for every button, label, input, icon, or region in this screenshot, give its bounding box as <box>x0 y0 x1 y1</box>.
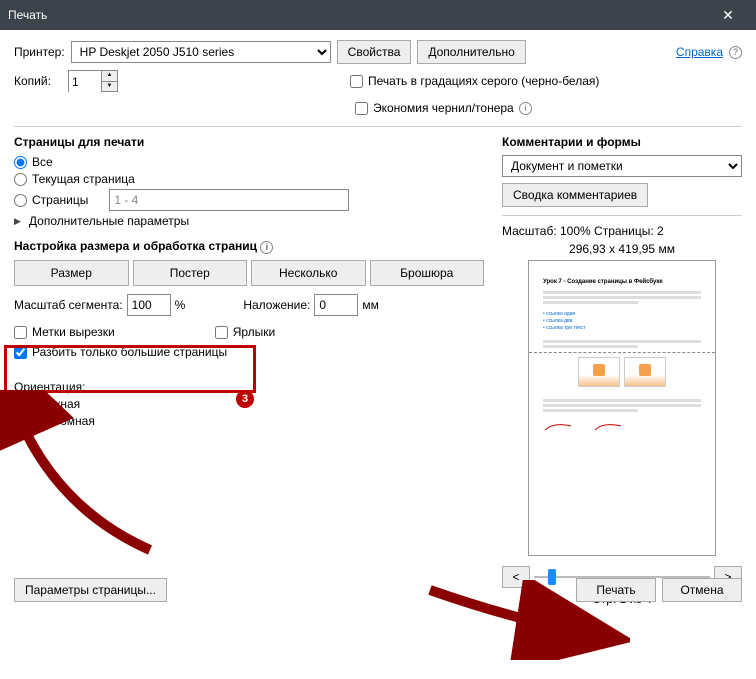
pages-section-title: Страницы для печати <box>14 135 484 149</box>
comments-section-title: Комментарии и формы <box>502 135 742 149</box>
scale-input[interactable] <box>127 294 171 316</box>
labels-label: Ярлыки <box>233 325 276 339</box>
titlebar: Печать ✕ <box>0 0 756 30</box>
pages-range-label: Страницы <box>32 193 88 207</box>
pages-range-input[interactable] <box>109 189 349 211</box>
grayscale-label: Печать в градациях серого (черно-белая) <box>368 74 599 88</box>
pages-range-radio[interactable] <box>14 194 27 207</box>
page-setup-button[interactable]: Параметры страницы... <box>14 578 167 602</box>
prev-page-button[interactable]: < <box>502 566 530 588</box>
overlap-input[interactable] <box>314 294 358 316</box>
help-link[interactable]: Справка <box>676 45 723 59</box>
cutmarks-label: Метки вырезки <box>32 325 115 339</box>
print-button[interactable]: Печать <box>576 578 656 602</box>
scale-info: Масштаб: 100% Страницы: 2 <box>502 224 742 238</box>
printer-select[interactable]: HP Deskjet 2050 J510 series <box>71 41 331 63</box>
close-button[interactable]: ✕ <box>708 0 748 30</box>
ink-save-checkbox[interactable] <box>355 102 368 115</box>
overlap-label: Наложение: <box>243 298 310 312</box>
poster-tab-button[interactable]: Постер <box>133 260 248 286</box>
preview-doc-title: Урок 7 - Создание страницы в Фейсбуке <box>543 279 701 285</box>
split-large-label: Разбить только большие страницы <box>32 345 227 359</box>
booklet-tab-button[interactable]: Брошюра <box>370 260 485 286</box>
pages-all-label: Все <box>32 155 53 169</box>
printer-label: Принтер: <box>14 45 65 59</box>
size-section-title: Настройка размера и обработка страниц i <box>14 239 484 254</box>
pages-current-label: Текущая страница <box>32 172 135 186</box>
ink-save-label: Экономия чернил/тонера <box>373 101 514 115</box>
size-tab-button[interactable]: Размер <box>14 260 129 286</box>
pages-all-radio[interactable] <box>14 156 27 169</box>
landscape-radio[interactable] <box>14 415 27 428</box>
size-info-icon[interactable]: i <box>260 241 273 254</box>
more-params-toggle[interactable]: ▶Дополнительные параметры <box>14 214 484 228</box>
help-info-icon[interactable]: ? <box>729 46 742 59</box>
ink-info-icon[interactable]: i <box>519 102 532 115</box>
labels-checkbox[interactable] <box>215 326 228 339</box>
page-preview: Урок 7 - Создание страницы в Фейсбуке • … <box>528 260 716 556</box>
triangle-right-icon: ▶ <box>14 216 21 227</box>
copies-input[interactable] <box>69 71 101 93</box>
preview-dims: 296,93 x 419,95 мм <box>502 242 742 256</box>
portrait-label: Книжная <box>32 397 80 411</box>
portrait-radio[interactable] <box>14 398 27 411</box>
split-large-checkbox[interactable] <box>14 346 27 359</box>
cutmarks-checkbox[interactable] <box>14 326 27 339</box>
spinner-up-icon[interactable]: ▲ <box>102 71 117 82</box>
cancel-button[interactable]: Отмена <box>662 578 742 602</box>
summary-button[interactable]: Сводка комментариев <box>502 183 648 207</box>
multi-tab-button[interactable]: Несколько <box>251 260 366 286</box>
pages-current-radio[interactable] <box>14 173 27 186</box>
scale-unit: % <box>175 298 186 312</box>
scale-label: Масштаб сегмента: <box>14 298 123 312</box>
overlap-unit: мм <box>362 298 379 312</box>
annotation-badge-3: 3 <box>236 390 254 408</box>
grayscale-checkbox[interactable] <box>350 75 363 88</box>
window-title: Печать <box>8 8 708 22</box>
spinner-down-icon[interactable]: ▼ <box>102 82 117 92</box>
copies-label: Копий: <box>14 74 62 88</box>
copies-spinner[interactable]: ▲▼ <box>68 70 118 92</box>
landscape-label: Альбомная <box>32 414 95 428</box>
comments-select[interactable]: Документ и пометки <box>502 155 742 177</box>
advanced-button[interactable]: Дополнительно <box>417 40 525 64</box>
properties-button[interactable]: Свойства <box>337 40 412 64</box>
